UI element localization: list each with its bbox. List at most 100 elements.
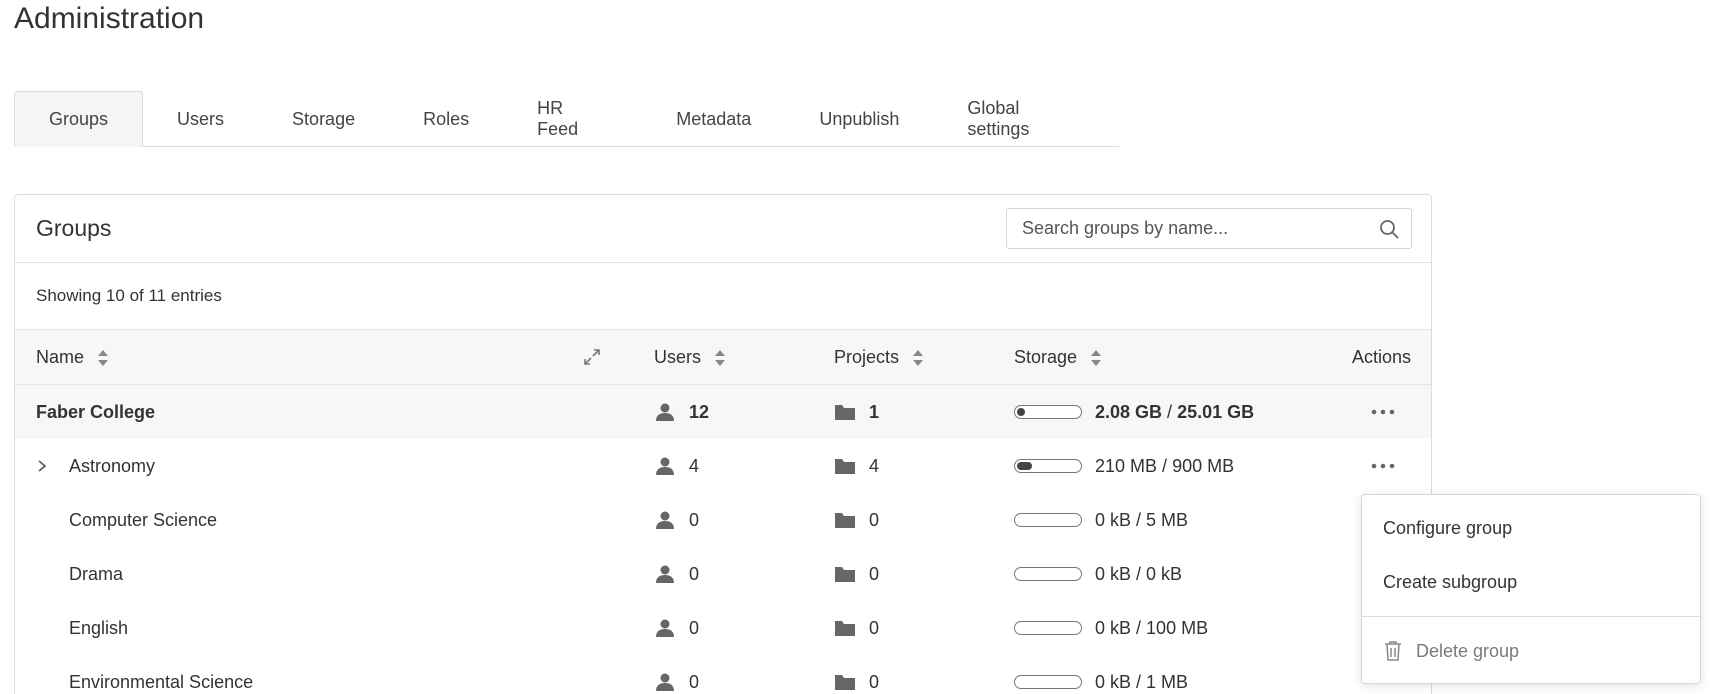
folder-icon: [835, 405, 855, 420]
folder-icon: [835, 621, 855, 636]
users-cell: 0: [654, 655, 699, 694]
users-count: 12: [689, 401, 710, 422]
projects-count: 4: [869, 455, 880, 476]
tab-metadata[interactable]: Metadata: [642, 91, 785, 147]
users-cell: 12: [654, 385, 709, 439]
folder-icon: [835, 459, 855, 474]
storage-separator: /: [1136, 617, 1142, 638]
storage-usage-bar: [1014, 513, 1082, 527]
more-actions-icon[interactable]: [1370, 456, 1396, 476]
user-icon: [656, 457, 674, 475]
users-cell: 0: [654, 547, 699, 601]
column-users-label: Users: [654, 347, 702, 367]
user-icon: [656, 619, 674, 637]
panel-header: Groups: [15, 195, 1431, 263]
page-title: Administration: [14, 2, 205, 35]
chevron-right-icon[interactable]: [35, 456, 49, 476]
folder-icon: [835, 513, 855, 528]
search-input[interactable]: [1007, 218, 1367, 239]
storage-used: 2.08 GB: [1095, 401, 1163, 422]
storage-usage-bar: [1014, 621, 1082, 635]
more-actions-icon[interactable]: [1370, 402, 1396, 422]
projects-count: 0: [869, 671, 880, 692]
storage-used: 0 kB: [1095, 617, 1132, 638]
table-row[interactable]: Computer Science 0 0 0 kB/5 MB: [15, 493, 1431, 547]
tab-unpublish[interactable]: Unpublish: [785, 91, 933, 147]
users-count: 0: [689, 509, 700, 530]
tab-global-settings[interactable]: Global settings: [933, 91, 1119, 147]
tab-hr-feed[interactable]: HR Feed: [503, 91, 642, 147]
column-header-name[interactable]: Name: [36, 330, 109, 385]
storage-quota: 100 MB: [1146, 617, 1209, 638]
storage-usage-fill: [1017, 462, 1032, 470]
menu-divider: [1362, 616, 1700, 617]
storage-usage-bar: [1014, 405, 1082, 419]
search-box: [1006, 208, 1412, 249]
column-header-storage[interactable]: Storage: [1014, 330, 1102, 385]
tab-users[interactable]: Users: [143, 91, 258, 147]
projects-cell: 0: [834, 547, 879, 601]
storage-usage-bar: [1014, 459, 1082, 473]
sort-icon: [1091, 349, 1102, 366]
storage-quota: 25.01 GB: [1177, 401, 1255, 422]
user-icon: [656, 565, 674, 583]
users-cell: 0: [654, 493, 699, 547]
group-name[interactable]: Drama: [69, 547, 123, 601]
projects-cell: 0: [834, 601, 879, 655]
storage-used: 0 kB: [1095, 509, 1132, 530]
column-header-users[interactable]: Users: [654, 330, 726, 385]
column-header-projects[interactable]: Projects: [834, 330, 924, 385]
group-actions-menu: Configure group Create subgroup Delete g…: [1361, 494, 1701, 684]
panel-title: Groups: [36, 215, 112, 241]
delete-group-menu-item[interactable]: Delete group: [1362, 625, 1700, 677]
projects-count: 1: [869, 401, 880, 422]
groups-panel: Groups Showing 10 of 11 entries Name Use…: [14, 194, 1432, 694]
delete-group-label: Delete group: [1416, 640, 1520, 661]
table-row[interactable]: English 0 0 0 kB/100 MB: [15, 601, 1431, 655]
storage-used: 0 kB: [1095, 671, 1132, 692]
configure-group-menu-item[interactable]: Configure group: [1362, 502, 1700, 554]
table-row[interactable]: Faber College 12 1 2.08 GB/25.01 GB: [15, 385, 1431, 439]
user-icon: [656, 511, 674, 529]
projects-count: 0: [869, 617, 880, 638]
table-row[interactable]: Drama 0 0 0 kB/0 kB: [15, 547, 1431, 601]
storage-used: 0 kB: [1095, 563, 1132, 584]
create-subgroup-menu-item[interactable]: Create subgroup: [1362, 556, 1700, 608]
column-name-label: Name: [36, 347, 85, 367]
column-actions-label: Actions: [1352, 347, 1412, 367]
column-storage-label: Storage: [1014, 347, 1078, 367]
group-name[interactable]: English: [69, 601, 128, 655]
tab-roles[interactable]: Roles: [389, 91, 503, 147]
expand-icon[interactable]: [583, 348, 601, 366]
search-icon[interactable]: [1379, 219, 1399, 239]
table-body: Faber College 12 1 2.08 GB/25.01 GB Astronom…: [15, 385, 1431, 694]
storage-cell: 2.08 GB/25.01 GB: [1014, 385, 1254, 439]
group-name[interactable]: Faber College: [36, 385, 155, 439]
projects-cell: 0: [834, 493, 879, 547]
tab-storage[interactable]: Storage: [258, 91, 389, 147]
sort-icon: [98, 349, 109, 366]
sort-icon: [913, 349, 924, 366]
sort-icon: [715, 349, 726, 366]
table-row[interactable]: Astronomy 4 4 210 MB/900 MB: [15, 439, 1431, 493]
tab-groups[interactable]: Groups: [14, 91, 144, 147]
table-header: Name Users Projects Storage Actions: [15, 330, 1431, 385]
storage-cell: 0 kB/0 kB: [1014, 547, 1182, 601]
users-count: 0: [689, 671, 700, 692]
group-name[interactable]: Environmental Science: [69, 655, 253, 694]
storage-cell: 0 kB/5 MB: [1014, 493, 1188, 547]
tab-bar: Groups Users Storage Roles HR Feed Metad…: [14, 91, 1119, 147]
user-icon: [656, 403, 674, 421]
storage-separator: /: [1162, 455, 1168, 476]
group-name[interactable]: Computer Science: [69, 493, 217, 547]
storage-quota: 1 MB: [1146, 671, 1189, 692]
storage-cell: 210 MB/900 MB: [1014, 439, 1234, 493]
storage-quota: 900 MB: [1172, 455, 1235, 476]
group-name[interactable]: Astronomy: [69, 439, 155, 493]
column-projects-label: Projects: [834, 347, 900, 367]
storage-separator: /: [1136, 509, 1142, 530]
storage-usage-bar: [1014, 567, 1082, 581]
projects-count: 0: [869, 563, 880, 584]
column-header-actions: Actions: [1352, 330, 1411, 385]
table-row[interactable]: Environmental Science 0 0 0 kB/1 MB: [15, 655, 1431, 694]
